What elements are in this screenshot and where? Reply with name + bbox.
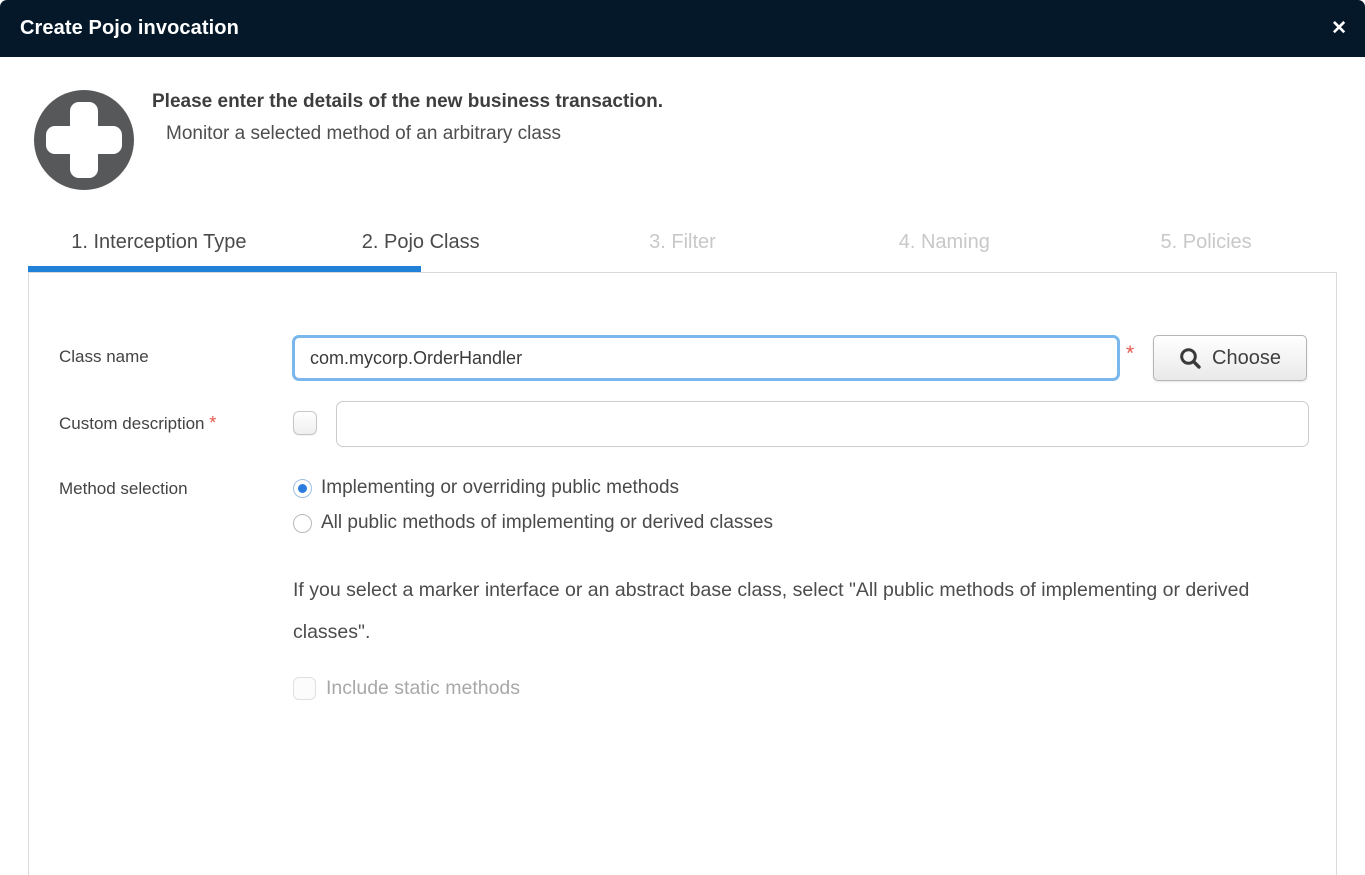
radio-option-all-public-methods[interactable]: All public methods of implementing or de… (293, 512, 773, 534)
tab-naming[interactable]: 4. Naming (813, 231, 1075, 263)
radio-option-label: All public methods of implementing or de… (321, 512, 773, 534)
tab-filter[interactable]: 3. Filter (552, 231, 814, 263)
custom-description-input[interactable] (336, 401, 1309, 447)
class-name-label: Class name (59, 347, 149, 367)
custom-description-label: Custom description * (59, 413, 216, 434)
radio-icon-unselected[interactable] (293, 514, 312, 533)
dialog-title: Create Pojo invocation (20, 0, 239, 57)
pojo-class-step-panel: Class name * Choose Custom description *… (28, 272, 1337, 875)
choose-class-button[interactable]: Choose (1153, 335, 1307, 381)
class-name-input[interactable] (292, 335, 1120, 381)
plus-circle-icon (34, 90, 134, 190)
dialog-header: Create Pojo invocation ✕ (0, 0, 1365, 57)
radio-option-label: Implementing or overriding public method… (321, 477, 679, 499)
tab-policies[interactable]: 5. Policies (1075, 231, 1337, 263)
intro-subheading: Monitor a selected method of an arbitrar… (166, 123, 561, 145)
include-static-methods-row: Include static methods (293, 677, 520, 700)
tab-pojo-class[interactable]: 2. Pojo Class (290, 231, 552, 263)
method-selection-label: Method selection (59, 479, 188, 499)
radio-icon-selected[interactable] (293, 479, 312, 498)
class-name-required-marker: * (1126, 342, 1134, 366)
radio-option-implementing-overriding[interactable]: Implementing or overriding public method… (293, 477, 679, 499)
tab-interception-type[interactable]: 1. Interception Type (28, 231, 290, 263)
choose-button-label: Choose (1212, 347, 1281, 370)
include-static-methods-label: Include static methods (326, 677, 520, 700)
custom-description-required-marker: * (209, 413, 216, 433)
wizard-tabs: 1. Interception Type 2. Pojo Class 3. Fi… (28, 231, 1337, 263)
custom-description-checkbox[interactable] (293, 411, 317, 435)
search-icon (1179, 347, 1202, 370)
method-selection-help-text: If you select a marker interface or an a… (293, 569, 1309, 653)
close-icon[interactable]: ✕ (1327, 0, 1351, 57)
include-static-methods-checkbox[interactable] (293, 677, 316, 700)
intro-heading: Please enter the details of the new busi… (152, 91, 663, 113)
